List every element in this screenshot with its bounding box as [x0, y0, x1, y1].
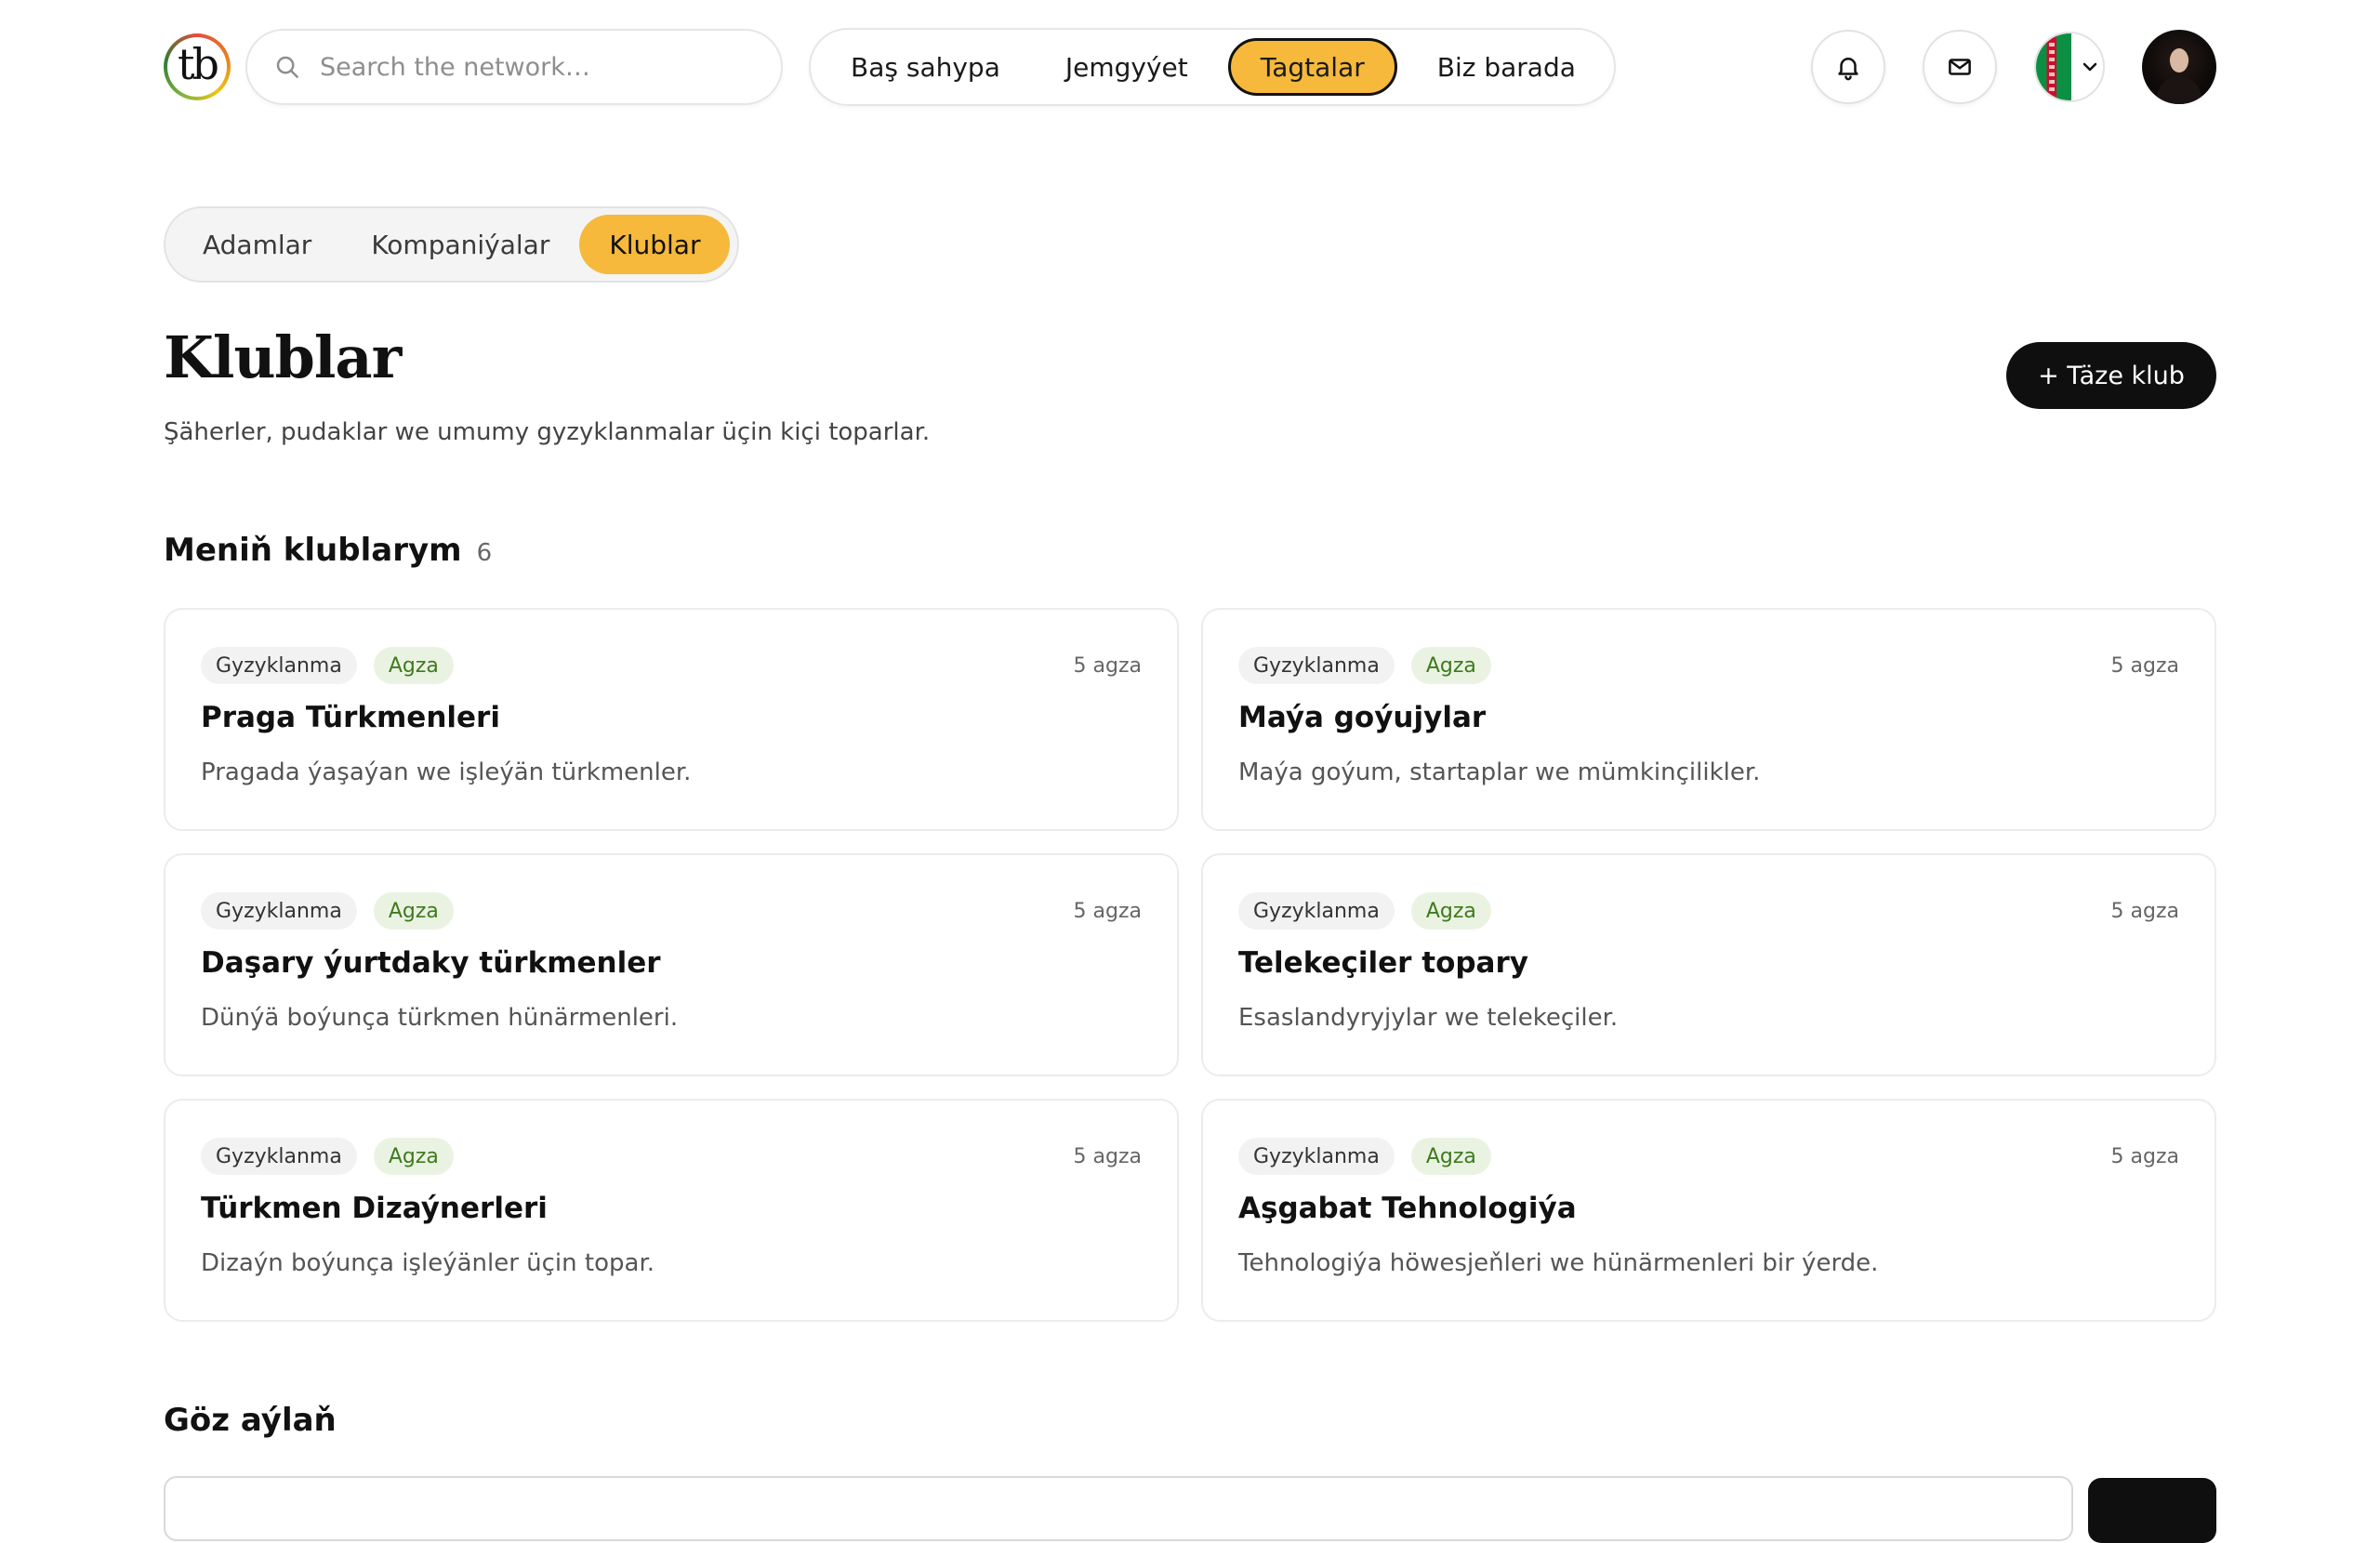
club-card[interactable]: Gyzyklanma Agza 5 agza Telekeçiler topar…	[1201, 853, 2216, 1076]
search-icon	[276, 56, 298, 78]
membership-tag: Agza	[373, 892, 454, 930]
my-clubs-count: 6	[476, 539, 493, 567]
club-description: Maýa goýum, startaplar we mümkinçilikler…	[1238, 758, 1761, 786]
club-title: Maýa goýujylar	[1238, 701, 1487, 734]
page-subtitle: Şäherler, pudaklar we umumy gyzyklanmala…	[164, 418, 931, 446]
logo-text: tb	[167, 37, 227, 97]
club-card[interactable]: Gyzyklanma Agza 5 agza Aşgabat Tehnologi…	[1201, 1099, 2216, 1322]
club-tags: Gyzyklanma Agza	[1238, 892, 2179, 930]
my-clubs-grid: Gyzyklanma Agza 5 agza Praga Türkmenleri…	[164, 608, 2216, 1322]
messages-button[interactable]	[1923, 30, 1997, 104]
club-card[interactable]: Gyzyklanma Agza 5 agza Daşary ýurtdaky t…	[164, 853, 1179, 1076]
flag-icon	[2036, 33, 2071, 100]
bell-icon	[1838, 58, 1858, 81]
logo[interactable]: tb	[164, 33, 231, 100]
member-count: 5 agza	[1073, 900, 1142, 923]
club-tags: Gyzyklanma Agza	[201, 1138, 1142, 1175]
member-count: 5 agza	[1073, 654, 1142, 678]
club-title: Türkmen Dizaýnerleri	[201, 1192, 548, 1225]
membership-tag: Agza	[373, 1138, 454, 1175]
member-count: 5 agza	[2110, 900, 2179, 923]
nav-boards[interactable]: Tagtalar	[1227, 38, 1397, 96]
club-description: Tehnologiýa höwesjeňleri we hünärmenleri…	[1238, 1249, 1879, 1277]
tab-people[interactable]: Adamlar	[173, 215, 341, 274]
club-card[interactable]: Gyzyklanma Agza 5 agza Maýa goýujylar Ma…	[1201, 608, 2216, 831]
club-description: Pragada ýaşaýan we işleýän türkmenler.	[201, 758, 692, 786]
club-type-tag: Gyzyklanma	[1238, 1138, 1395, 1175]
search-input[interactable]	[318, 51, 746, 83]
club-title: Daşary ýurtdaky türkmenler	[201, 946, 661, 980]
nav-about[interactable]: Biz barada	[1405, 38, 1608, 96]
notifications-button[interactable]	[1811, 30, 1885, 104]
top-header: tb Baş sahypa Jemgyýet Tagtalar Biz bara…	[164, 28, 2216, 106]
club-tags: Gyzyklanma Agza	[1238, 647, 2179, 684]
new-club-button[interactable]: + Täze klub	[2006, 342, 2216, 409]
club-title: Praga Türkmenleri	[201, 701, 500, 734]
language-selector[interactable]	[2034, 32, 2105, 102]
member-count: 5 agza	[2110, 654, 2179, 678]
membership-tag: Agza	[1410, 1138, 1491, 1175]
club-tags: Gyzyklanma Agza	[201, 892, 1142, 930]
user-avatar[interactable]	[2142, 30, 2216, 104]
club-tags: Gyzyklanma Agza	[201, 647, 1142, 684]
club-type-tag: Gyzyklanma	[201, 892, 357, 930]
club-type-tag: Gyzyklanma	[1238, 647, 1395, 684]
membership-tag: Agza	[373, 647, 454, 684]
member-count: 5 agza	[2110, 1145, 2179, 1168]
membership-tag: Agza	[1410, 647, 1491, 684]
main-nav: Baş sahypa Jemgyýet Tagtalar Biz barada	[809, 28, 1616, 106]
directory-tabs: Adamlar Kompaniýalar Klublar	[164, 206, 740, 283]
mail-icon	[1949, 59, 1971, 75]
nav-home[interactable]: Baş sahypa	[818, 38, 1033, 96]
club-title: Aşgabat Tehnologiýa	[1238, 1192, 1577, 1225]
chevron-down-icon	[2082, 62, 2097, 72]
explore-heading: Göz aýlaň	[164, 1402, 337, 1439]
tab-clubs[interactable]: Klublar	[579, 215, 731, 274]
header-actions	[1774, 30, 2216, 104]
search-box[interactable]	[245, 29, 783, 105]
membership-tag: Agza	[1410, 892, 1491, 930]
my-clubs-heading: Meniň klublarym 6	[164, 532, 492, 569]
club-title: Telekeçiler topary	[1238, 946, 1528, 980]
my-clubs-title: Meniň klublarym	[164, 532, 462, 569]
explore-search-button[interactable]	[2088, 1478, 2216, 1543]
page-title: Klublar	[164, 323, 402, 391]
club-type-tag: Gyzyklanma	[201, 1138, 357, 1175]
explore-search-input[interactable]	[164, 1476, 2073, 1541]
club-tags: Gyzyklanma Agza	[1238, 1138, 2179, 1175]
club-card[interactable]: Gyzyklanma Agza 5 agza Türkmen Dizaýnerl…	[164, 1099, 1179, 1322]
club-type-tag: Gyzyklanma	[201, 647, 357, 684]
member-count: 5 agza	[1073, 1145, 1142, 1168]
nav-community[interactable]: Jemgyýet	[1033, 38, 1221, 96]
club-card[interactable]: Gyzyklanma Agza 5 agza Praga Türkmenleri…	[164, 608, 1179, 831]
club-description: Esaslandyryjylar we telekeçiler.	[1238, 1004, 1619, 1032]
tab-companies[interactable]: Kompaniýalar	[341, 215, 579, 274]
club-type-tag: Gyzyklanma	[1238, 892, 1395, 930]
club-description: Dünýä boýunça türkmen hünärmenleri.	[201, 1004, 679, 1032]
club-description: Dizaýn boýunça işleýänler üçin topar.	[201, 1249, 655, 1277]
